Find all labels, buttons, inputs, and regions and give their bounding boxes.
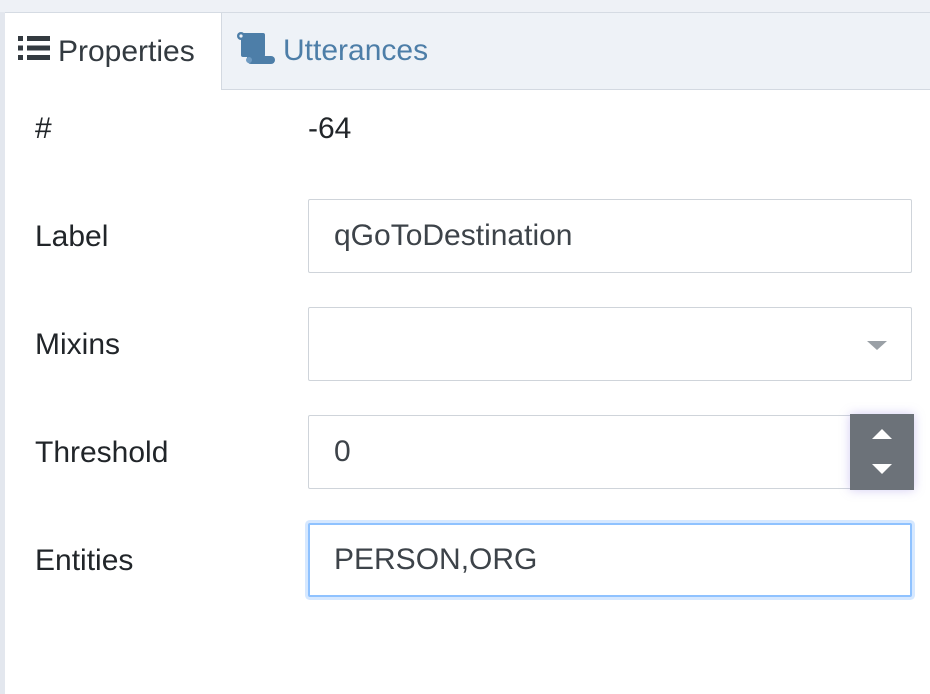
threshold-input-value: 0 (334, 435, 351, 468)
threshold-stepper[interactable] (850, 414, 914, 490)
properties-panel: Properties Utterances # -64 Label qGoToD… (0, 0, 930, 694)
id-label: # (35, 112, 52, 145)
label-field-label: Label (35, 220, 109, 253)
tab-properties-label: Properties (58, 34, 195, 68)
id-value: -64 (308, 112, 352, 145)
tab-properties[interactable]: Properties (5, 13, 222, 90)
decrement-arrow-icon[interactable] (850, 452, 914, 490)
increment-arrow-icon[interactable] (850, 414, 914, 452)
mixins-select[interactable] (308, 307, 912, 381)
threshold-label: Threshold (35, 436, 169, 469)
list-icon (18, 35, 50, 69)
threshold-input[interactable]: 0 (308, 415, 856, 489)
scroll-icon (235, 30, 275, 72)
label-input-value: qGoToDestination (334, 219, 573, 252)
tab-utterances[interactable]: Utterances (235, 13, 428, 89)
mixins-label: Mixins (35, 328, 121, 361)
chevron-down-icon[interactable] (867, 341, 887, 350)
tab-bar: Properties Utterances (5, 13, 930, 90)
entities-input-value: PERSON,ORG (334, 543, 538, 576)
top-strip (0, 0, 930, 13)
left-border (0, 12, 5, 694)
label-input[interactable]: qGoToDestination (308, 199, 912, 273)
entities-label: Entities (35, 544, 134, 577)
entities-input[interactable]: PERSON,ORG (308, 523, 912, 597)
tab-utterances-label: Utterances (283, 34, 429, 67)
